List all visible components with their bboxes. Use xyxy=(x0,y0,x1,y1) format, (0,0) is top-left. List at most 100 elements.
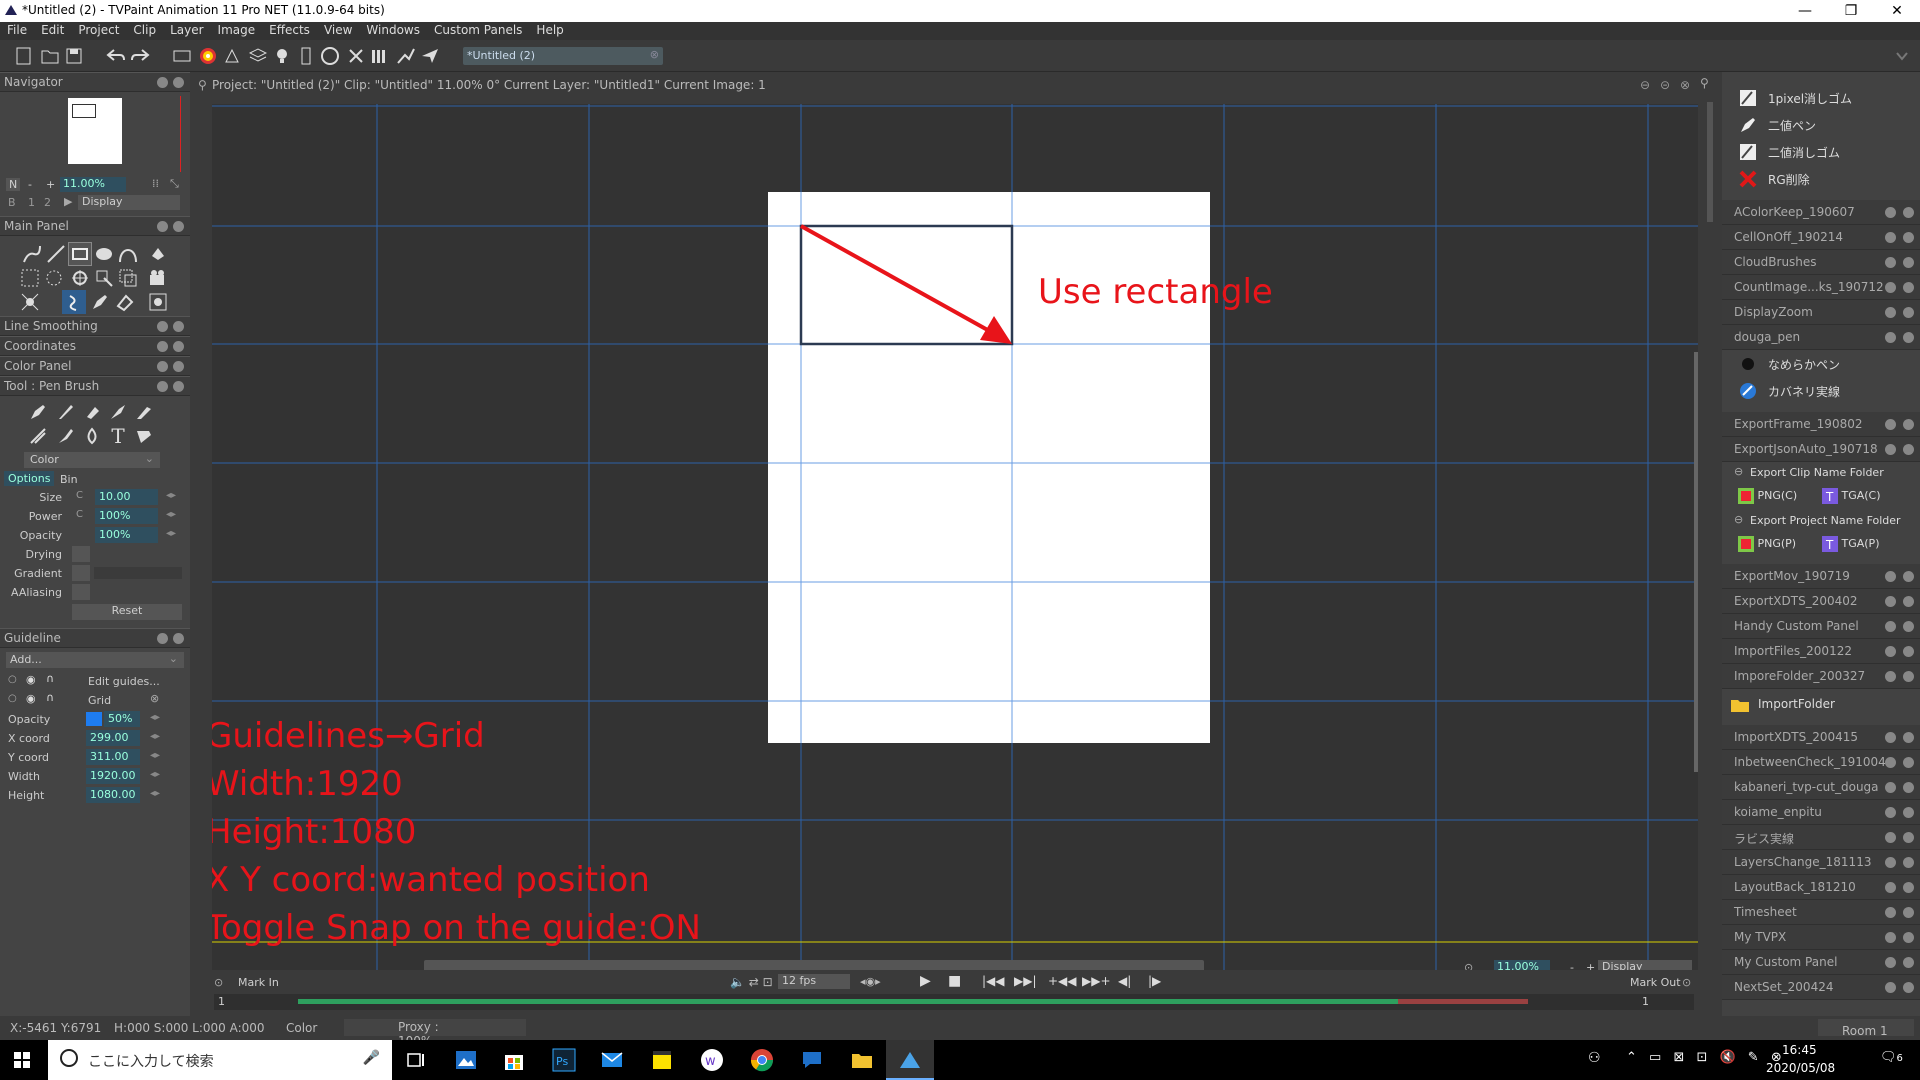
restore-view-icon[interactable]: ⊝ xyxy=(1660,78,1670,92)
expand-icon[interactable] xyxy=(1885,207,1896,218)
panel-my-tvpx[interactable]: My TVPX xyxy=(1722,925,1920,950)
chrome-app-icon[interactable] xyxy=(750,1048,774,1072)
curve-tool-icon[interactable] xyxy=(116,242,140,266)
redo-icon[interactable] xyxy=(130,46,150,66)
gradient-checkbox[interactable] xyxy=(72,565,90,581)
play-icon[interactable]: ▶ xyxy=(920,973,931,989)
store-app-icon[interactable] xyxy=(502,1048,526,1072)
mark-out-dot-icon[interactable]: ⊙ xyxy=(1682,976,1691,989)
transform-tool-icon[interactable] xyxy=(92,266,116,290)
text-tool-icon[interactable]: T xyxy=(106,424,130,448)
guide-x-field[interactable]: 299.00 xyxy=(86,730,140,746)
visibility-dot-icon[interactable]: ○ xyxy=(8,674,17,685)
expand-icon[interactable] xyxy=(1885,571,1896,582)
task-view-icon[interactable] xyxy=(404,1048,428,1072)
navigator-reset-icon[interactable]: ⤡ xyxy=(170,177,179,191)
panel-cloudbrushes[interactable]: CloudBrushes xyxy=(1722,250,1920,275)
menu-project[interactable]: Project xyxy=(71,22,126,37)
guide-y-field[interactable]: 311.00 xyxy=(86,749,140,765)
export-project-folder-toggle[interactable]: ⊖ Export Project Name Folder xyxy=(1722,510,1920,532)
expand-icon[interactable] xyxy=(1885,621,1896,632)
close-panel-icon[interactable] xyxy=(1903,982,1914,993)
close-panel-icon[interactable] xyxy=(1903,782,1914,793)
expand-icon[interactable] xyxy=(1885,807,1896,818)
undo-icon[interactable] xyxy=(106,46,126,66)
panel-layoutback[interactable]: LayoutBack_181210 xyxy=(1722,875,1920,900)
panel-douga-pen[interactable]: douga_pen xyxy=(1722,325,1920,350)
navigator-minus-button[interactable]: - xyxy=(28,178,32,191)
panel-inbetweencheck[interactable]: InbetweenCheck_191004 xyxy=(1722,750,1920,775)
left-splitter[interactable] xyxy=(190,72,198,1028)
expand-icon[interactable] xyxy=(1885,596,1896,607)
lasso-selection-tool-icon[interactable] xyxy=(42,266,66,290)
magnet-icon[interactable]: ∩ xyxy=(46,672,54,685)
pen-brush-preset-icon[interactable] xyxy=(26,400,50,424)
tga-p-button[interactable]: T TGA(P) xyxy=(1822,536,1879,552)
add-guide-select[interactable]: Add... ⌄ xyxy=(6,652,184,668)
xsheet-icon[interactable] xyxy=(370,46,390,66)
coordinates-header[interactable]: Coordinates xyxy=(0,336,190,356)
panel-nextset[interactable]: NextSet_200424 xyxy=(1722,975,1920,1000)
open-file-icon[interactable] xyxy=(40,46,60,66)
navigator-display-select[interactable]: Display xyxy=(78,195,180,210)
system-tray-icons[interactable]: ⌃ ▭ ⊠ ⊡ 🔇 ✎ ⊗ xyxy=(1626,1050,1786,1065)
close-panel-icon[interactable] xyxy=(1903,257,1914,268)
panel-exportmov[interactable]: ExportMov_190719 xyxy=(1722,564,1920,589)
new-file-icon[interactable] xyxy=(14,46,34,66)
power-spin-icon[interactable]: ◂▸ xyxy=(166,509,176,520)
expand-icon[interactable] xyxy=(1885,832,1896,843)
line-tool-icon[interactable] xyxy=(44,242,68,266)
panel-exportjsonauto[interactable]: ExportJsonAuto_190718 xyxy=(1722,437,1920,462)
menu-clip[interactable]: Clip xyxy=(126,22,163,37)
douga-item[interactable]: なめらかペン xyxy=(1722,350,1920,377)
photos-app-icon[interactable] xyxy=(454,1048,478,1072)
brush-item[interactable]: RG削除 xyxy=(1722,165,1920,192)
mark-in-dot-icon[interactable]: ⊙ xyxy=(214,976,223,989)
collapse-icon[interactable] xyxy=(157,77,168,88)
pen-tool-icon[interactable] xyxy=(88,290,112,314)
panel-handy-custom[interactable]: Handy Custom Panel xyxy=(1722,614,1920,639)
zoom-circle-icon[interactable] xyxy=(320,46,340,66)
expand-icon[interactable] xyxy=(1885,732,1896,743)
expand-icon[interactable] xyxy=(1885,857,1896,868)
close-panel-icon[interactable] xyxy=(1903,671,1914,682)
expand-icon[interactable] xyxy=(157,361,168,372)
last-frame-icon[interactable]: ▶▶| xyxy=(1014,974,1037,988)
tga-c-button[interactable]: T TGA(C) xyxy=(1822,488,1881,504)
expand-icon[interactable] xyxy=(1885,646,1896,657)
freehand-line-tool-icon[interactable] xyxy=(20,242,44,266)
airbrush-preset-icon[interactable] xyxy=(106,400,130,424)
panel-countimage[interactable]: CountImage...ks_190712 xyxy=(1722,275,1920,300)
panel-cellonoff[interactable]: CellOnOff_190214 xyxy=(1722,225,1920,250)
light-bulb-icon[interactable] xyxy=(272,46,292,66)
close-panel-icon[interactable] xyxy=(173,381,184,392)
collapse-icon[interactable] xyxy=(1885,671,1896,682)
close-panel-icon[interactable] xyxy=(1903,419,1914,430)
toolbar-collapse-icon[interactable] xyxy=(1892,46,1912,66)
close-panel-icon[interactable] xyxy=(1903,907,1914,918)
tab-bin[interactable]: Bin xyxy=(60,473,78,486)
prev-frame-icon[interactable]: +◀◀ xyxy=(1048,974,1077,988)
navigator-plus-button[interactable]: + xyxy=(46,178,55,191)
close-panel-icon[interactable] xyxy=(173,633,184,644)
people-icon[interactable]: ⚇ xyxy=(1588,1050,1601,1066)
warp-tool-icon[interactable] xyxy=(116,266,140,290)
drawing-canvas[interactable]: Use rectangle Guidelines→Grid Width:1920… xyxy=(212,104,1698,1032)
eye-icon[interactable]: ◉ xyxy=(26,692,36,705)
menu-edit[interactable]: Edit xyxy=(34,22,71,37)
paintbrush-preset-icon[interactable] xyxy=(54,424,78,448)
brush-set-icon[interactable] xyxy=(222,46,242,66)
menu-help[interactable]: Help xyxy=(529,22,570,37)
graph-icon[interactable] xyxy=(396,46,416,66)
opacity-field[interactable]: 100% xyxy=(95,527,158,543)
panel-imporefolder[interactable]: ImporeFolder_200327 xyxy=(1722,664,1920,689)
expand-icon[interactable] xyxy=(1885,282,1896,293)
next-frame-icon[interactable]: ▶▶+ xyxy=(1082,974,1111,988)
timeline-icon[interactable] xyxy=(296,46,316,66)
eraser-tool-icon[interactable] xyxy=(112,290,136,314)
minimize-view-icon[interactable]: ⊖ xyxy=(1640,78,1650,92)
chat-app-icon[interactable] xyxy=(800,1048,824,1072)
fill-tool-icon[interactable] xyxy=(146,242,170,266)
expand-icon[interactable] xyxy=(1885,232,1896,243)
stamp-tool-icon[interactable] xyxy=(146,290,170,314)
